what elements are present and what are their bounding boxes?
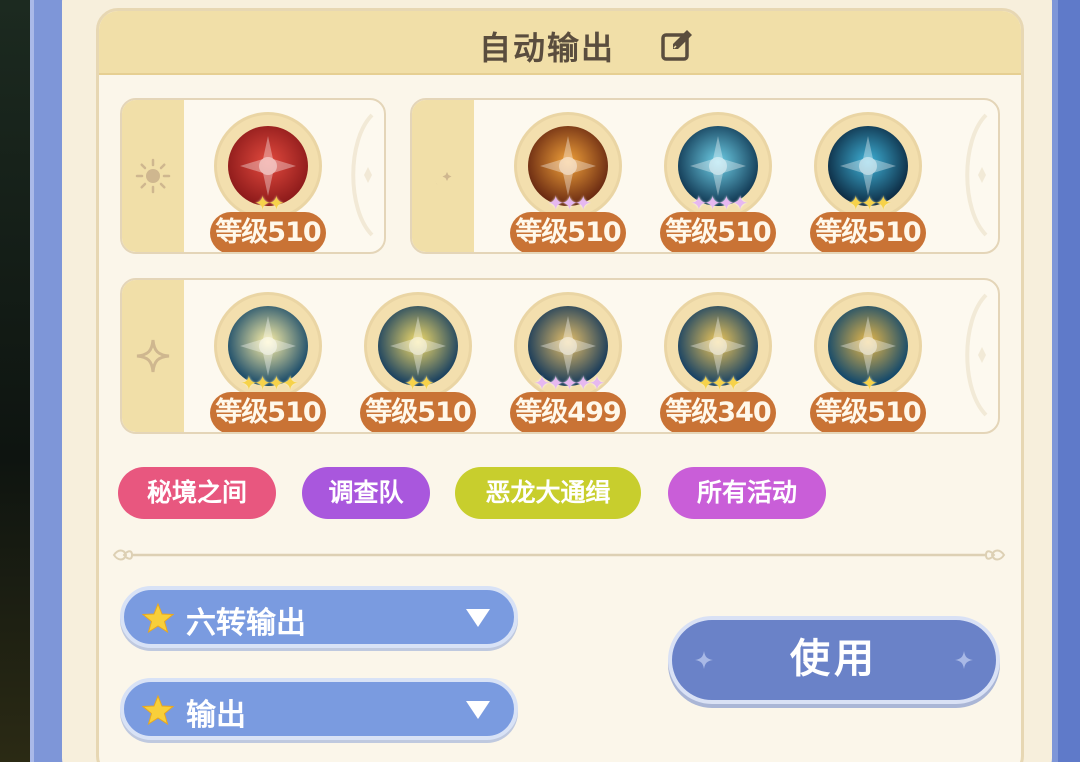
sparkle-icon	[695, 651, 713, 669]
background-scene	[0, 0, 30, 762]
dropdown-preset-label: 六转输出	[186, 606, 306, 641]
skill-stars: ✦✦✦✦	[658, 192, 778, 214]
skill-group-moon: ✦✦✦ 等级510 ✦✦✦✦ 等级510 ✦✦✦ 等级510	[410, 98, 1000, 254]
skill-slot[interactable]: ✦✦✦ 等级340	[658, 284, 778, 432]
skill-slot[interactable]: ✦ 等级510	[808, 284, 928, 432]
skill-stars: ✦✦✦✦	[208, 372, 328, 394]
sparkle-icon	[136, 339, 170, 373]
dropdown-mode[interactable]: 输出	[120, 678, 518, 740]
group-tab-moon[interactable]	[412, 100, 474, 252]
skill-stars: ✦✦✦✦✦	[508, 372, 628, 394]
skill-stars: ✦✦✦	[508, 192, 628, 214]
skill-stars: ✦	[808, 372, 928, 394]
edit-icon[interactable]	[659, 27, 695, 63]
sparkle-icon	[955, 651, 973, 669]
skill-level-badge: 等级499	[510, 392, 626, 432]
use-button[interactable]: 使用	[668, 616, 1000, 704]
tag-all-activities[interactable]: 所有活动	[668, 467, 826, 519]
moon-icon	[433, 163, 452, 189]
skill-slot[interactable]: ✦✦✦ 等级510	[808, 104, 928, 252]
tag-investigation-team[interactable]: 调查队	[302, 467, 430, 519]
skill-group-sparkle: ✦✦✦✦ 等级510 ✦✦ 等级510 ✦✦✦✦✦ 等级499 ✦✦✦ 等级340 ✦ 等…	[120, 278, 1000, 434]
group-tab-sparkle[interactable]	[122, 280, 184, 432]
skill-level-badge: 等级510	[210, 392, 326, 432]
skill-level-badge: 等级510	[810, 392, 926, 432]
divider	[112, 549, 1006, 561]
ornament-icon	[965, 113, 988, 237]
chevron-down-icon	[466, 609, 490, 627]
skill-stars: ✦✦	[208, 192, 328, 214]
panel-title: 自动输出	[479, 29, 616, 67]
dropdown-mode-label: 输出	[186, 698, 246, 733]
skill-stars: ✦✦✦	[658, 372, 778, 394]
ornament-icon	[351, 113, 374, 237]
dropdown-preset[interactable]: 六转输出	[120, 586, 518, 648]
skill-slot[interactable]: ✦✦ 等级510	[358, 284, 478, 432]
skill-stars: ✦✦✦	[808, 192, 928, 214]
panel-header: 自动输出	[99, 11, 1021, 75]
skill-stars: ✦✦	[358, 372, 478, 394]
group-tab-sun[interactable]	[122, 100, 184, 252]
skill-group-sun: ✦✦ 等级510	[120, 98, 386, 254]
skill-slot[interactable]: ✦✦✦✦ 等级510	[208, 284, 328, 432]
skill-level-badge: 等级510	[810, 212, 926, 252]
use-button-label: 使用	[790, 636, 878, 682]
ornament-icon	[965, 293, 988, 417]
tag-secret-realm[interactable]: 秘境之间	[118, 467, 276, 519]
skill-slot[interactable]: ✦✦ 等级510	[208, 104, 328, 252]
chevron-down-icon	[466, 701, 490, 719]
star-icon	[142, 602, 174, 634]
skill-level-badge: 等级510	[660, 212, 776, 252]
skill-slot[interactable]: ✦✦✦✦✦ 等级499	[508, 284, 628, 432]
skill-level-badge: 等级510	[210, 212, 326, 252]
skill-slot[interactable]: ✦✦✦✦ 等级510	[658, 104, 778, 252]
skill-level-badge: 等级510	[510, 212, 626, 252]
tag-dragon-bounty[interactable]: 恶龙大通缉	[455, 467, 641, 519]
skill-level-badge: 等级510	[360, 392, 476, 432]
window-frame-right	[1058, 0, 1080, 762]
skill-slot[interactable]: ✦✦✦ 等级510	[508, 104, 628, 252]
sun-icon	[135, 158, 171, 194]
star-icon	[142, 694, 174, 726]
skill-level-badge: 等级340	[660, 392, 776, 432]
